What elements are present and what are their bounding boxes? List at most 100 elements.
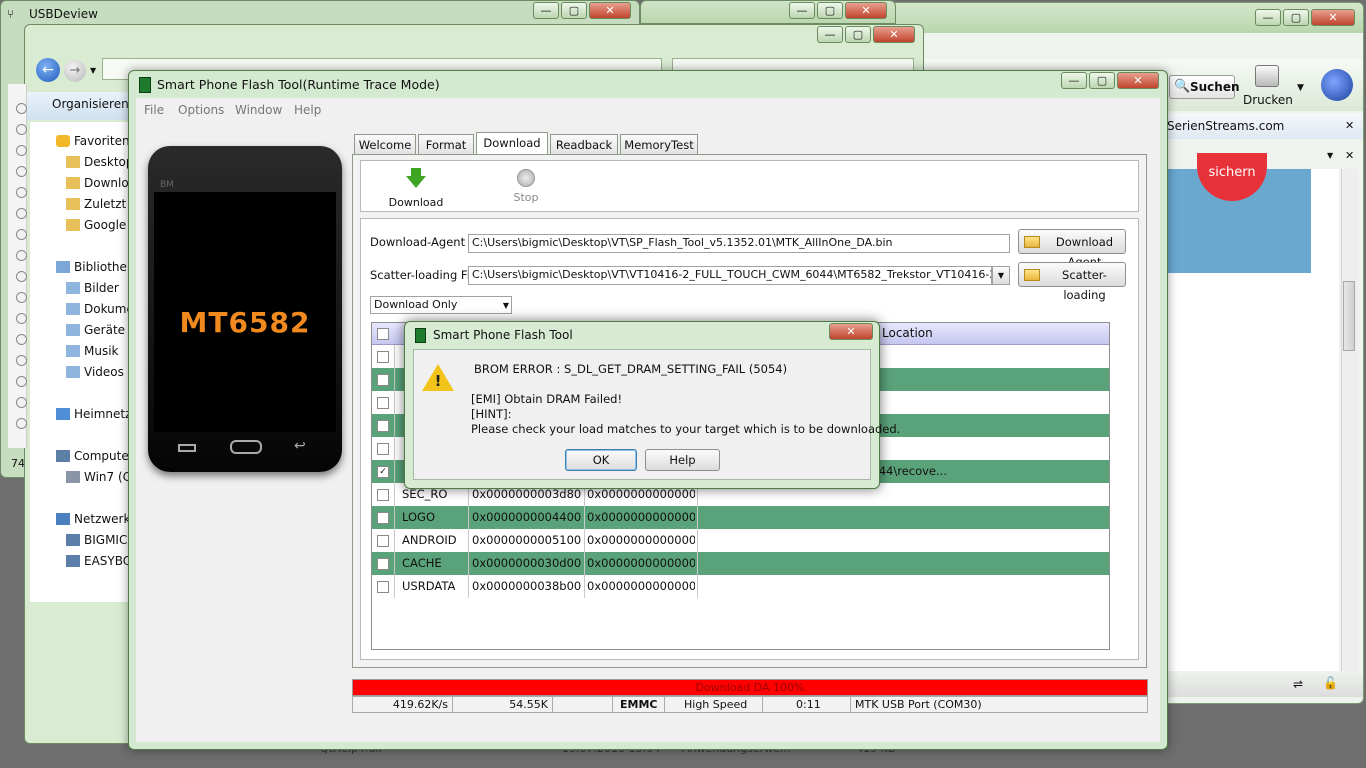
- row-checkbox[interactable]: [377, 535, 389, 547]
- close-button[interactable]: ✕: [1311, 9, 1355, 26]
- computer-icon: [66, 555, 80, 567]
- maximize-button[interactable]: ▢: [1089, 72, 1115, 89]
- sidebar-item-drive[interactable]: Win7 (C: [84, 467, 130, 487]
- tab-readback[interactable]: Readback: [550, 134, 618, 154]
- device-status-dot: [16, 313, 27, 324]
- table-row[interactable]: CACHE 0x0000000030d00000 0x000000000000000…: [372, 552, 1109, 575]
- print-label[interactable]: Drucken: [1243, 93, 1293, 107]
- menu-help[interactable]: Help: [294, 103, 321, 117]
- sidebar-item-library[interactable]: Musik: [84, 341, 130, 361]
- maximize-button[interactable]: ▢: [817, 2, 843, 19]
- scatter-field[interactable]: C:\Users\bigmic\Desktop\VT\VT10416-2_FUL…: [468, 266, 992, 285]
- cell-begin: 0x0000000030d00000: [472, 556, 582, 570]
- menu-file[interactable]: File: [144, 103, 164, 117]
- tab-memorytest[interactable]: MemoryTest: [620, 134, 698, 154]
- table-row[interactable]: ANDROID 0x0000000005100000 0x0000000000000…: [372, 529, 1109, 552]
- row-checkbox[interactable]: [377, 512, 389, 524]
- row-checkbox[interactable]: [377, 581, 389, 593]
- bookmark-close-icon[interactable]: ✕: [1345, 119, 1354, 132]
- search-button[interactable]: 🔍 Suchen: [1169, 75, 1240, 99]
- minimize-button[interactable]: —: [1255, 9, 1281, 26]
- sidebar-item-favorite[interactable]: Zuletzt b: [84, 194, 130, 214]
- sidebar-homegroup[interactable]: Heimnetz: [74, 404, 130, 424]
- status-divider: [664, 697, 665, 712]
- help-button[interactable]: Help: [645, 449, 720, 471]
- select-all-checkbox[interactable]: [377, 328, 389, 340]
- sidebar-item-library[interactable]: Videos: [84, 362, 130, 382]
- tab-download[interactable]: Download: [476, 132, 548, 155]
- recent-dropdown-icon[interactable]: ▼: [90, 66, 96, 75]
- sidebar-libraries[interactable]: Bibliothek: [74, 257, 130, 277]
- download-arrow-stem: [411, 168, 421, 177]
- ok-button[interactable]: OK: [565, 449, 637, 471]
- scrollbar-thumb[interactable]: [1343, 281, 1355, 351]
- close-button[interactable]: ✕: [1117, 72, 1159, 89]
- minimize-button[interactable]: —: [533, 2, 559, 19]
- mode-select[interactable]: Download Only ▼: [370, 296, 512, 314]
- sidebar-item-network[interactable]: BIGMIC: [84, 530, 130, 550]
- download-agent-button[interactable]: Download Agent: [1018, 229, 1126, 269]
- minimize-button[interactable]: —: [789, 2, 815, 19]
- row-checkbox[interactable]: [377, 397, 389, 409]
- menu-options[interactable]: Options: [178, 103, 224, 117]
- scrollbar[interactable]: [1341, 169, 1358, 679]
- minimize-button[interactable]: —: [817, 26, 843, 43]
- sidebar-item-library[interactable]: Dokume: [84, 299, 130, 319]
- row-checkbox[interactable]: [377, 351, 389, 363]
- print-icon[interactable]: [1255, 65, 1279, 87]
- sidebar-item-library[interactable]: Bilder: [84, 278, 130, 298]
- table-row[interactable]: LOGO 0x0000000004400000 0x0000000000000000: [372, 506, 1109, 529]
- device-status-dot: [16, 229, 27, 240]
- dropdown-arrow-icon[interactable]: ▼: [1297, 83, 1304, 93]
- stop-button[interactable]: Stop: [500, 166, 552, 208]
- sidebar-item-favorite[interactable]: Desktop: [84, 152, 130, 172]
- sidebar-favorites[interactable]: Favoriten: [74, 131, 130, 151]
- status-size: 54.55K: [509, 698, 548, 711]
- row-checkbox[interactable]: [377, 420, 389, 432]
- minimize-button[interactable]: —: [1061, 72, 1087, 89]
- maximize-button[interactable]: ▢: [561, 2, 587, 19]
- tab-close-icon[interactable]: ✕: [1345, 149, 1354, 162]
- sidebar-item-library[interactable]: Geräte: [84, 320, 130, 340]
- table-row[interactable]: USRDATA 0x0000000038b00000 0x0000000000000…: [372, 575, 1109, 598]
- device-status-dot: [16, 271, 27, 282]
- sidebar-item-network[interactable]: EASYBO: [84, 551, 130, 571]
- browser-logo-icon[interactable]: [1321, 69, 1353, 101]
- sidebar-network[interactable]: Netzwerk: [74, 509, 130, 529]
- maximize-button[interactable]: ▢: [845, 26, 871, 43]
- close-button[interactable]: ✕: [589, 2, 631, 19]
- close-button[interactable]: ✕: [845, 2, 887, 19]
- dialog-close-button[interactable]: ✕: [829, 323, 873, 340]
- download-agent-field[interactable]: C:\Users\bigmic\Desktop\VT\SP_Flash_Tool…: [468, 234, 1010, 253]
- tab-dropdown-icon[interactable]: ▼: [1327, 151, 1333, 160]
- progress-bar: Download DA 100%: [352, 679, 1148, 696]
- forward-button[interactable]: →: [64, 60, 86, 82]
- cell-name: USRDATA: [402, 579, 456, 593]
- maximize-button[interactable]: ▢: [1283, 9, 1309, 26]
- row-checkbox[interactable]: [377, 443, 389, 455]
- scatter-dropdown-button[interactable]: ▼: [992, 266, 1010, 285]
- column-divider: [697, 552, 698, 575]
- sidebar-item-favorite[interactable]: Google I: [84, 215, 130, 235]
- dialog-title: Smart Phone Flash Tool: [433, 328, 573, 342]
- cell-begin: 0x0000000004400000: [472, 510, 582, 524]
- close-button[interactable]: ✕: [873, 26, 915, 43]
- menu-window[interactable]: Window: [235, 103, 282, 117]
- sidebar-item-favorite[interactable]: Downlo: [84, 173, 130, 193]
- row-checkbox[interactable]: [377, 489, 389, 501]
- row-checkbox[interactable]: [377, 374, 389, 386]
- stop-label: Stop: [513, 191, 539, 204]
- column-divider: [394, 460, 395, 483]
- row-checkbox[interactable]: [377, 558, 389, 570]
- back-button[interactable]: ←: [36, 58, 60, 82]
- tab-format[interactable]: Format: [418, 134, 474, 154]
- sidebar-computer[interactable]: Computer: [74, 446, 130, 466]
- tab-welcome[interactable]: Welcome: [354, 134, 416, 154]
- scatter-loading-button[interactable]: Scatter-loading: [1018, 262, 1126, 302]
- device-status-dot: [16, 187, 27, 198]
- bookmark-serienstreams[interactable]: SerienStreams.com: [1167, 119, 1284, 133]
- cell-location: [702, 575, 1106, 598]
- row-checkbox[interactable]: ✓: [377, 466, 389, 478]
- scatter-loading-button-label: Scatter-loading: [1062, 268, 1107, 302]
- library-item-icon: [66, 345, 80, 357]
